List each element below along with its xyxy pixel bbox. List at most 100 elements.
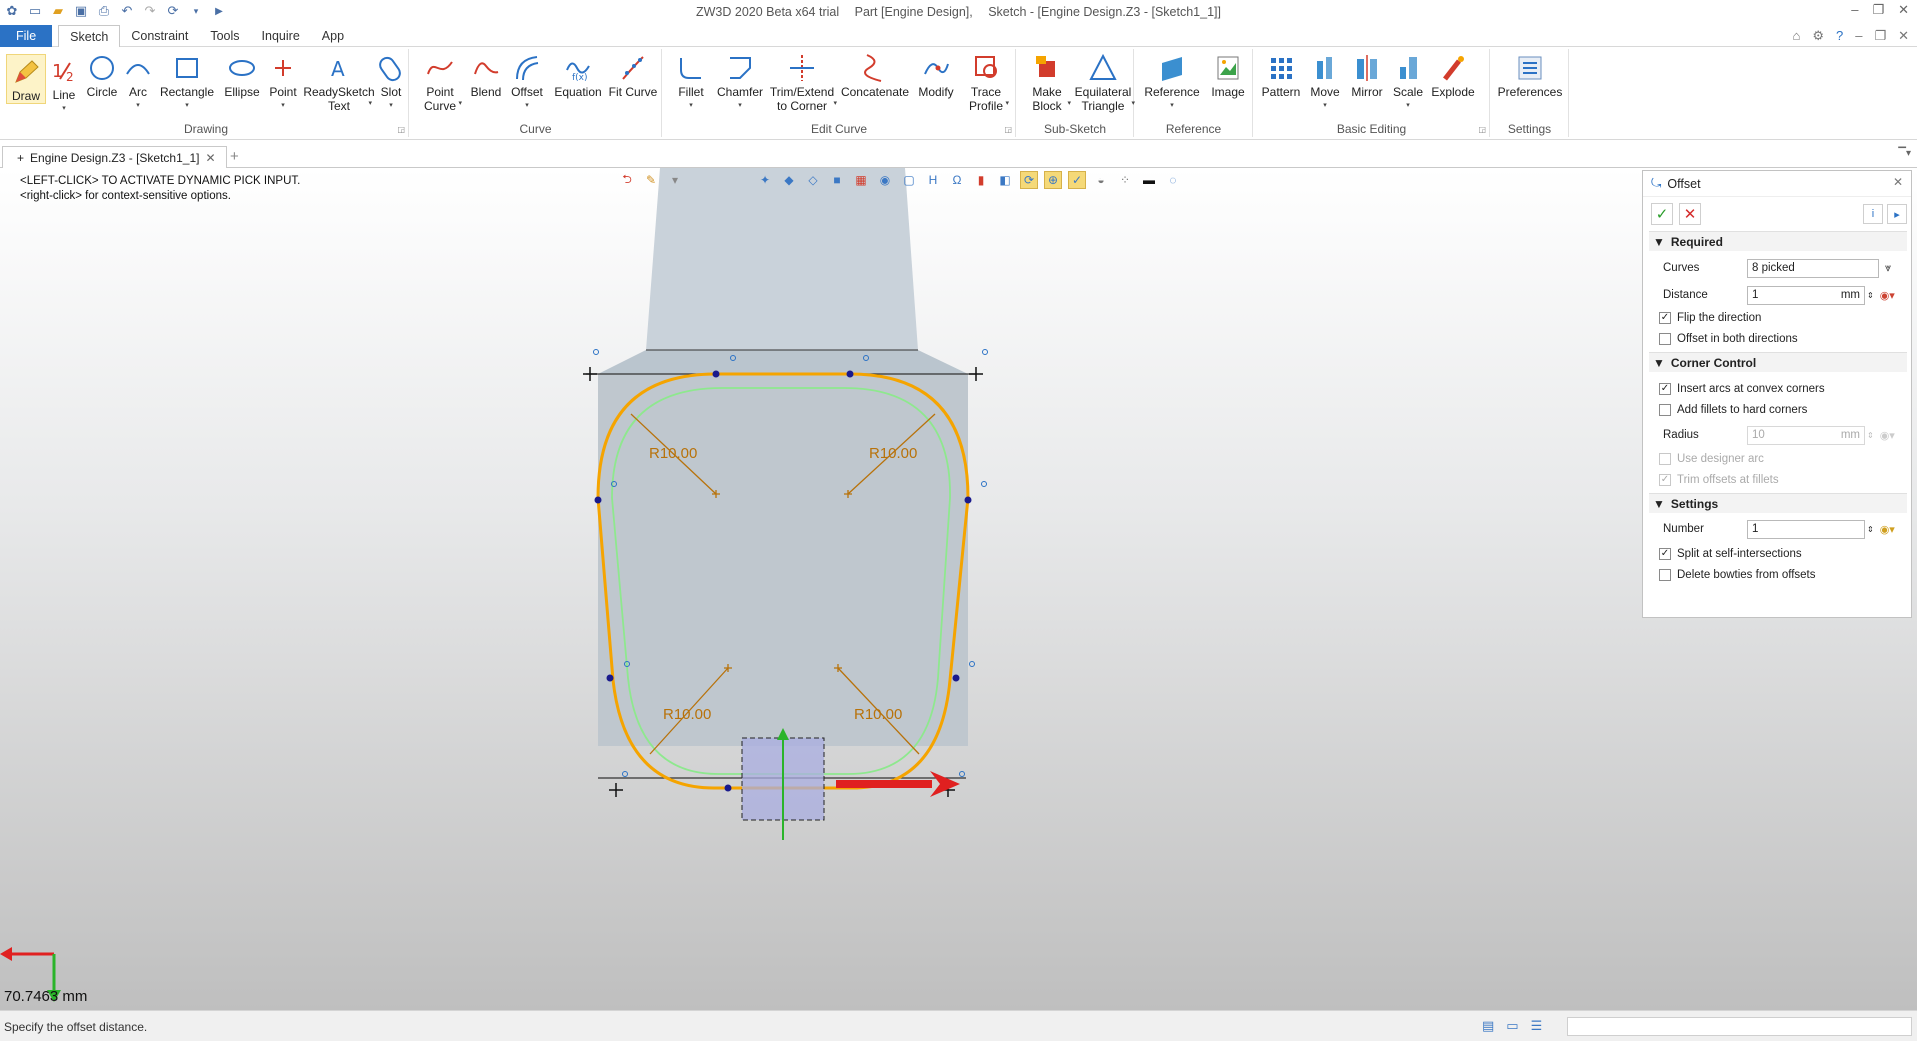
tool-slot[interactable]: Slot ▾ <box>376 51 406 113</box>
exit-sketch-icon[interactable]: ⮌ <box>618 171 636 189</box>
filter-icon[interactable]: ▾ <box>666 171 684 189</box>
edit-icon[interactable]: ✎ <box>642 171 660 189</box>
split-row[interactable]: ✓ Split at self-intersections <box>1659 545 1901 563</box>
tool-circle[interactable]: Circle <box>84 51 120 99</box>
tool-modify[interactable]: Modify <box>913 51 959 99</box>
flip-direction-checkbox[interactable]: ✓ <box>1659 312 1671 324</box>
bowties-checkbox[interactable] <box>1659 569 1671 581</box>
measure-tool-icon[interactable]: ◉▾ <box>1880 289 1895 302</box>
menu-app[interactable]: App <box>311 25 355 47</box>
tool-blend[interactable]: Blend <box>468 51 504 99</box>
orbit-icon[interactable]: ◌ <box>1164 171 1182 189</box>
target-icon[interactable]: ⊕ <box>1044 171 1062 189</box>
number-input[interactable]: 1 <box>1747 519 1865 539</box>
tool-readysketch-text[interactable]: A ReadySketch Text ▾ <box>302 51 376 113</box>
menu-constraint[interactable]: Constraint <box>120 25 199 47</box>
group-launcher-icon[interactable]: ◲ <box>1478 125 1486 134</box>
sketch-canvas[interactable]: R10.00 R10.00 R10.00 R10.00 <box>0 168 1917 1010</box>
tool-equation[interactable]: f(x) Equation <box>552 51 604 99</box>
radius-label-bottom-left[interactable]: R10.00 <box>663 706 711 723</box>
render-icon[interactable]: ◒ <box>1092 171 1110 189</box>
layout-icon[interactable]: ▤ <box>1482 1018 1494 1034</box>
dock-panel-icon[interactable]: ▸ <box>1887 204 1907 224</box>
shading-icon[interactable]: ◆ <box>780 171 798 189</box>
both-directions-row[interactable]: Offset in both directions <box>1659 330 1901 348</box>
zoom-icon[interactable]: ◉ <box>876 171 894 189</box>
dotted-icon[interactable]: ⁘ <box>1116 171 1134 189</box>
tool-make-block[interactable]: Make Block ▾ <box>1025 51 1071 113</box>
tool-chamfer[interactable]: Chamfer ▾ <box>715 51 765 113</box>
split-checkbox[interactable]: ✓ <box>1659 548 1671 560</box>
radius-label-top-left[interactable]: R10.00 <box>649 445 697 462</box>
color-icon[interactable]: ▮ <box>972 171 990 189</box>
tool-trim-extend[interactable]: Trim/Extend to Corner ▾ <box>767 51 837 113</box>
view-cube-icon[interactable]: ◇ <box>804 171 822 189</box>
tool-point[interactable]: Point ▾ <box>266 51 300 113</box>
group-launcher-icon[interactable]: ◲ <box>397 125 405 134</box>
tool-rectangle[interactable]: Rectangle ▾ <box>157 51 217 113</box>
radius-label-bottom-right[interactable]: R10.00 <box>854 706 902 723</box>
tool-preferences[interactable]: Preferences <box>1495 51 1565 99</box>
tool-draw[interactable]: Draw <box>6 54 46 104</box>
offset-direction-arrow-shaft[interactable] <box>836 780 932 788</box>
document-tab[interactable]: + Engine Design.Z3 - [Sketch1_1] ✕ <box>2 146 227 168</box>
grid-icon[interactable]: ▦ <box>852 171 870 189</box>
insert-arcs-checkbox[interactable]: ✓ <box>1659 383 1671 395</box>
tool-point-curve[interactable]: Point Curve ▾ <box>418 51 462 113</box>
offset-direction-arrow-head[interactable] <box>930 771 960 797</box>
radius-label-top-right[interactable]: R10.00 <box>869 445 917 462</box>
section-corner-control[interactable]: ▼ Corner Control <box>1649 352 1907 372</box>
both-directions-checkbox[interactable] <box>1659 333 1671 345</box>
curves-field[interactable]: 8 picked <box>1747 258 1879 278</box>
ok-button[interactable]: ✓ <box>1651 203 1673 225</box>
curve-snap-icon[interactable]: ✓ <box>1068 171 1086 189</box>
fit-icon[interactable]: ▢ <box>900 171 918 189</box>
section-required[interactable]: ▼ Required <box>1649 231 1907 251</box>
settings-gear-icon[interactable]: ⚙ <box>1812 28 1824 44</box>
tool-move[interactable]: Move ▾ <box>1306 51 1344 113</box>
new-tab-icon[interactable]: + <box>230 148 239 165</box>
spinner-icon[interactable]: ⇕ <box>1867 291 1874 300</box>
restore-icon[interactable]: ❐ <box>1872 2 1884 18</box>
menu-inquire[interactable]: Inquire <box>251 25 311 47</box>
tool-arc[interactable]: Arc ▾ <box>123 51 153 113</box>
help-icon[interactable]: ? <box>1836 28 1843 44</box>
insert-arcs-row[interactable]: ✓ Insert arcs at convex corners <box>1659 380 1901 398</box>
group-launcher-icon[interactable]: ◲ <box>1004 125 1012 134</box>
tool-reference[interactable]: Reference ▾ <box>1141 51 1203 113</box>
display-style-icon[interactable]: ■ <box>828 171 846 189</box>
tool-fillet[interactable]: Fillet ▾ <box>671 51 711 113</box>
close-icon[interactable]: ✕ <box>1898 2 1909 18</box>
tool-equilateral-triangle[interactable]: Equilateral Triangle ▾ <box>1073 51 1135 113</box>
graphics-viewport[interactable]: R10.00 R10.00 R10.00 R10.00 <LEFT-CLICK>… <box>0 168 1917 1010</box>
restore-doc-icon[interactable]: ❐ <box>1874 28 1886 44</box>
tool-ellipse[interactable]: Ellipse <box>220 51 264 99</box>
command-input-field[interactable] <box>1567 1017 1912 1036</box>
tool-explode[interactable]: Explode <box>1428 51 1478 99</box>
tab-menu-icon[interactable]: ▔▾ <box>1898 148 1911 159</box>
list-icon[interactable]: ☰ <box>1531 1018 1543 1034</box>
collapse-ribbon-icon[interactable]: ⌂ <box>1792 28 1800 44</box>
tool-line[interactable]: 12 Line ▾ <box>48 54 80 116</box>
constraint-icon[interactable]: Ω <box>948 171 966 189</box>
tool-concatenate[interactable]: Concatenate <box>839 51 911 99</box>
menu-tools[interactable]: Tools <box>199 25 250 47</box>
tool-fit-curve[interactable]: Fit Curve <box>606 51 660 99</box>
pick-filter-icon[interactable]: ✦ <box>756 171 774 189</box>
tool-offset[interactable]: Offset ▾ <box>508 51 546 113</box>
tool-pattern[interactable]: Pattern <box>1258 51 1304 99</box>
add-fillets-row[interactable]: Add fillets to hard corners <box>1659 401 1901 419</box>
line-style-icon[interactable]: ▬ <box>1140 171 1158 189</box>
layer-icon[interactable]: ◧ <box>996 171 1014 189</box>
info-icon[interactable]: i <box>1863 204 1883 224</box>
snap-icon[interactable]: ⟳ <box>1020 171 1038 189</box>
flip-direction-row[interactable]: ✓ Flip the direction <box>1659 309 1901 327</box>
add-fillets-checkbox[interactable] <box>1659 404 1671 416</box>
minimize-icon[interactable]: – <box>1851 2 1858 18</box>
tool-mirror[interactable]: Mirror <box>1346 51 1388 99</box>
expand-list-icon[interactable]: ⩔ <box>1885 262 1891 275</box>
spinner-icon[interactable]: ⇕ <box>1867 525 1874 534</box>
variable-icon[interactable]: ◉▾ <box>1880 523 1895 536</box>
monitor-icon[interactable]: ▭ <box>1506 1018 1518 1034</box>
distance-input[interactable]: 1 mm <box>1747 285 1865 305</box>
